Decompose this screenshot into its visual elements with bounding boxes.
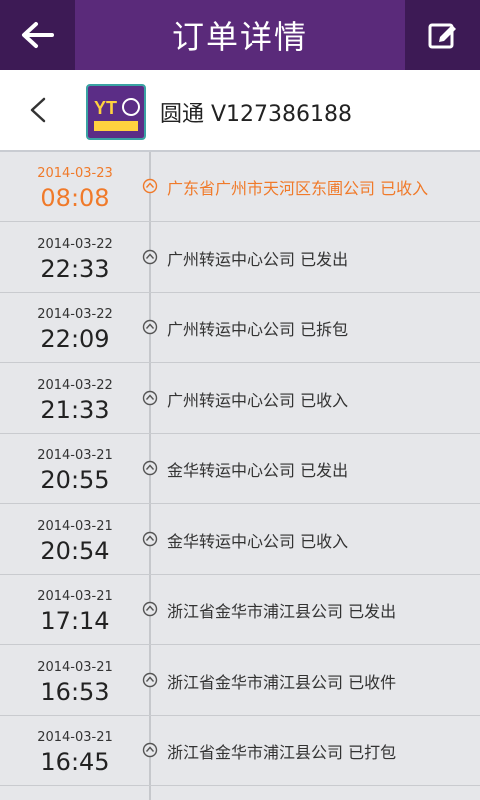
tracking-date: 2014-03-21 xyxy=(37,659,113,675)
tracking-status: 浙江省金华市浦江县公司 已收件 xyxy=(167,672,397,692)
tracking-time: 08:08 xyxy=(40,184,110,212)
tracking-status: 金华转运中心公司 已收入 xyxy=(167,531,349,551)
carrier-logo: YT xyxy=(86,84,146,140)
page-title: 订单详情 xyxy=(171,18,308,56)
timeline-node-icon xyxy=(142,460,158,476)
timeline-node-icon xyxy=(142,601,158,617)
tracking-row: 2014-03-22 21:33 广州转运中心公司 已收入 xyxy=(0,364,480,434)
tracking-time: 16:53 xyxy=(40,677,110,706)
tracking-date: 2014-03-23 xyxy=(37,166,113,181)
yto-express-logo: YT xyxy=(88,86,144,138)
tracking-date: 2014-03-22 xyxy=(37,236,113,252)
tracking-time: 21:33 xyxy=(40,395,110,424)
tracking-status: 金华转运中心公司 已发出 xyxy=(167,461,349,480)
tracking-time: 16:45 xyxy=(40,748,110,776)
tracking-time: 22:09 xyxy=(40,325,110,353)
timeline-node-icon xyxy=(142,249,158,264)
tracking-time: 22:33 xyxy=(40,254,110,283)
tracking-timeline: 2014-03-23 08:08 广东省广州市天河区东圃公司 已收入 2014-03-… xyxy=(0,152,480,800)
tracking-row: 2014-03-23 08:08 广东省广州市天河区东圃公司 已收入 xyxy=(0,152,480,222)
tracking-date: 2014-03-21 xyxy=(37,518,113,534)
tracking-date: 2014-03-22 xyxy=(37,307,113,322)
carrier-tracking-number: 圆通 V127386188 xyxy=(160,102,353,127)
timeline-node-icon xyxy=(142,672,158,687)
svg-text:YT: YT xyxy=(94,98,117,118)
tracking-row: 2014-03-21 17:14 浙江省金华市浦江县公司 已发出 xyxy=(0,575,480,645)
tracking-status: 浙江省金华市浦江县公司 已打包 xyxy=(167,743,397,762)
tracking-status: 广州转运中心公司 已收入 xyxy=(167,390,349,410)
top-bar: 订单详情 xyxy=(0,0,480,70)
tracking-date: 2014-03-21 xyxy=(37,589,113,604)
timeline-node-icon xyxy=(142,742,158,758)
tracking-row: 2014-03-21 20:55 金华转运中心公司 已发出 xyxy=(0,434,480,504)
back-button[interactable] xyxy=(0,0,75,70)
timeline-node-icon xyxy=(142,390,158,405)
tracking-status: 广州转运中心公司 已发出 xyxy=(167,249,349,269)
timeline-node-icon xyxy=(142,178,158,194)
tracking-date: 2014-03-21 xyxy=(37,448,113,463)
timeline-node-icon xyxy=(142,319,158,335)
tracking-date: 2014-03-22 xyxy=(37,377,113,393)
tracking-row: 2014-03-21 20:54 金华转运中心公司 已收入 xyxy=(0,505,480,575)
tracking-status: 浙江省金华市浦江县公司 已发出 xyxy=(167,602,397,621)
tracking-status: 广东省广州市天河区东圃公司 已收入 xyxy=(167,179,429,198)
order-header: YT 圆通 V127386188 xyxy=(0,70,480,152)
tracking-row: 2014-03-22 22:33 广州转运中心公司 已发出 xyxy=(0,223,480,293)
tracking-date: 2014-03-21 xyxy=(37,730,113,745)
tracking-status: 广州转运中心公司 已拆包 xyxy=(167,320,349,339)
tracking-row: 2014-03-22 22:09 广州转运中心公司 已拆包 xyxy=(0,293,480,363)
tracking-row: 2014-03-21 16:53 浙江省金华市浦江县公司 已收件 xyxy=(0,646,480,716)
tracking-row: 2014-03-21 16:45 浙江省金华市浦江县公司 已打包 xyxy=(0,716,480,786)
tracking-time: 20:55 xyxy=(40,466,110,494)
collapse-button[interactable] xyxy=(20,90,56,130)
back-arrow-icon xyxy=(21,22,54,48)
tracking-time: 20:54 xyxy=(40,536,110,565)
chevron-left-icon xyxy=(30,97,46,123)
tracking-time: 17:14 xyxy=(40,607,110,635)
timeline-node-icon xyxy=(142,531,158,546)
edit-icon xyxy=(428,23,456,49)
edit-button[interactable] xyxy=(405,0,480,70)
